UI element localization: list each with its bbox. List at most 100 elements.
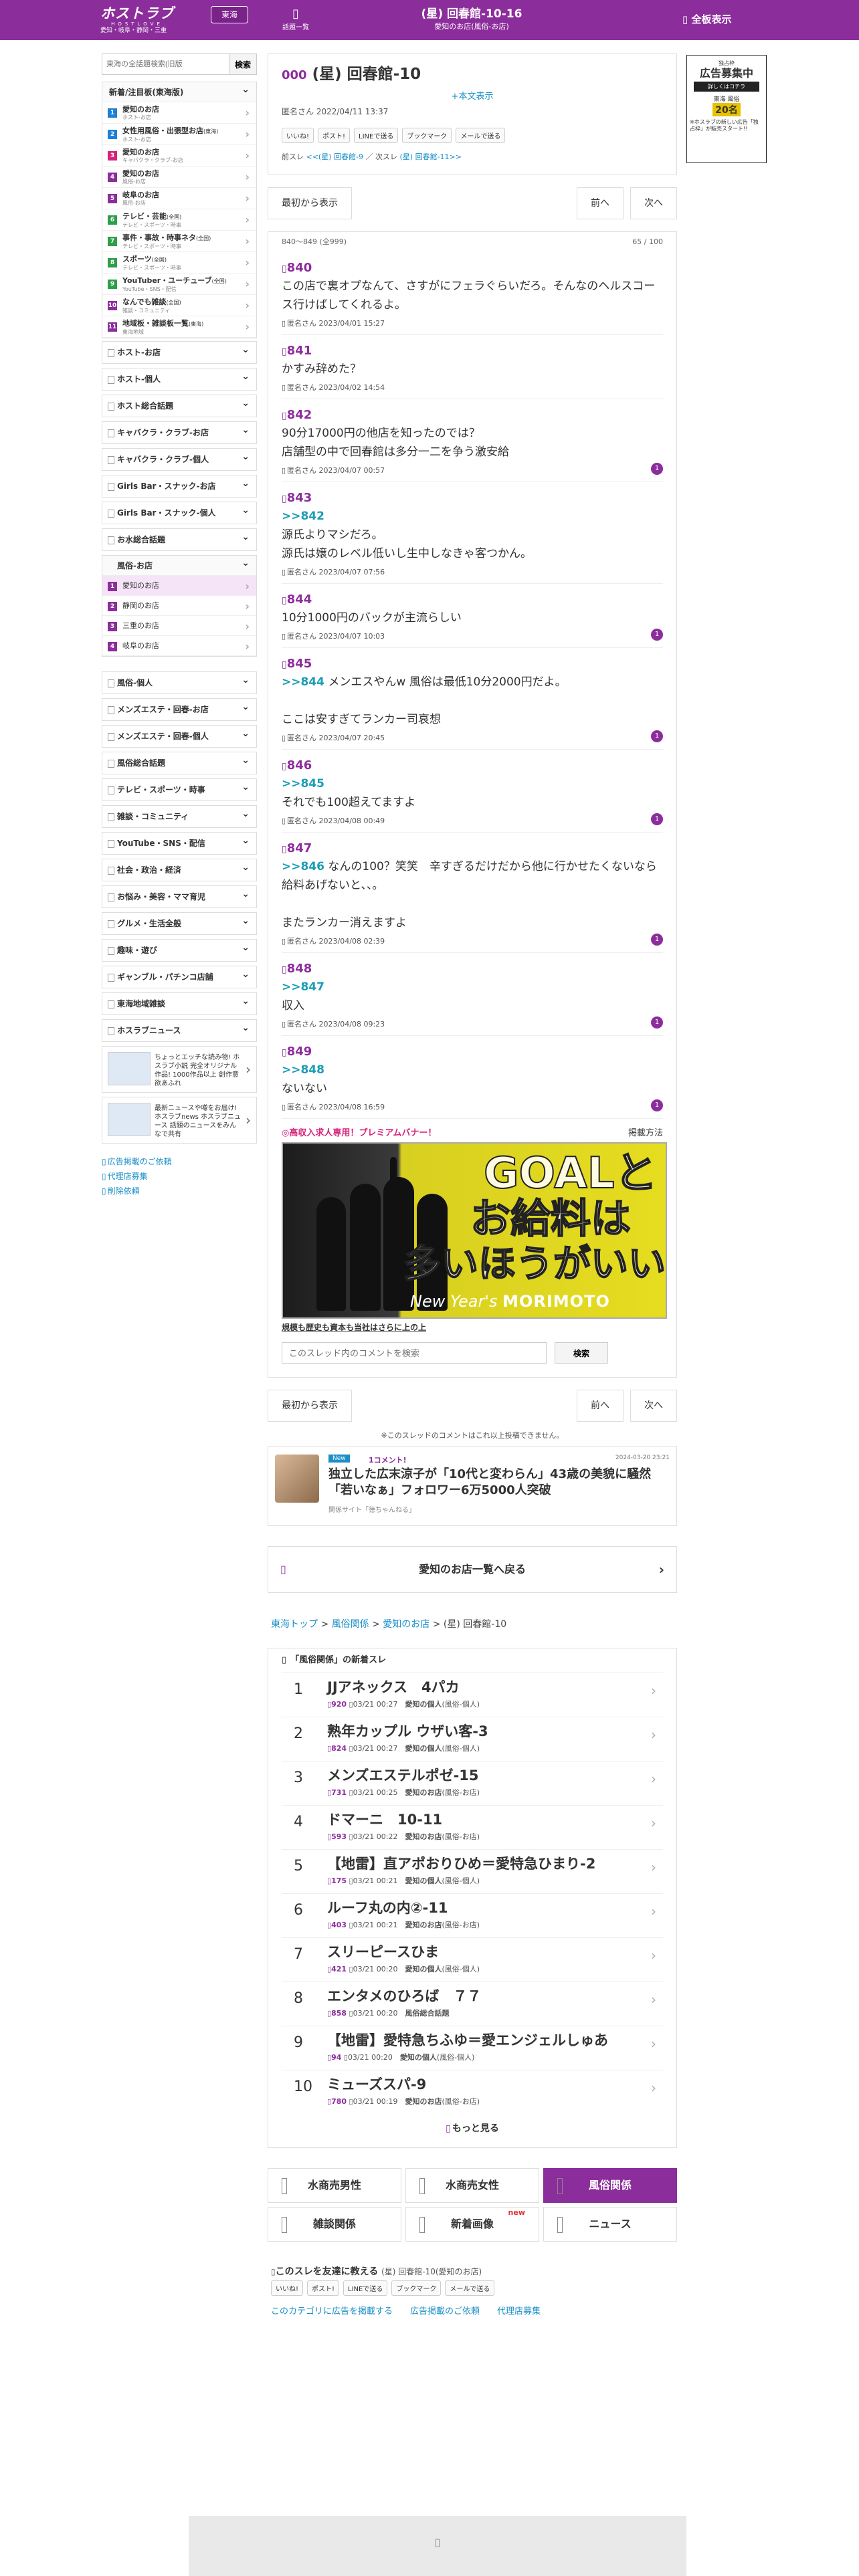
- sidebar-fuzoku-item[interactable]: 4 岐阜のお店: [102, 636, 256, 656]
- latest-thread-item[interactable]: 9 【地雷】愛特急ちふゆ＝愛エンジェルしゅあ ▯94 ▯03/21 00:20 愛知…: [282, 2026, 663, 2070]
- sidebar-section[interactable]: 雑談・コミュニティ: [102, 803, 257, 828]
- next-thread-link[interactable]: (星) 回春館-11>>: [399, 152, 461, 161]
- premium-banner[interactable]: GOALと お給料は 多いほうがいい New Year's MORIMOTO: [282, 1142, 667, 1319]
- next-button-bottom[interactable]: 次へ: [630, 1390, 677, 1422]
- news-banner[interactable]: 最新ニュースや噂をお届け! ホスラブnews ホスラブニュース 話題のニュースを…: [102, 1097, 257, 1144]
- sidebar-item[interactable]: 11 地域板・雑談板一覧(東海) 東海地域: [102, 316, 256, 338]
- latest-thread-item[interactable]: 2 熟年カップル ウザい客-3 ▯824 ▯03/21 00:27 愛知の個人(風俗…: [282, 1717, 663, 1761]
- sidebar-section[interactable]: YouTube・SNS・配信: [102, 830, 257, 855]
- share-mail-button[interactable]: メールで送る: [456, 128, 506, 143]
- post-number[interactable]: 843: [282, 490, 663, 507]
- sidebar-fuzoku-item[interactable]: 1 愛知のお店: [102, 576, 256, 596]
- post-reply-link[interactable]: >>844: [282, 675, 324, 689]
- sidebar-item[interactable]: 10 なんでも雑談(全国) 雑談・コミュニティ: [102, 295, 256, 316]
- news-card[interactable]: New 1コメント! 2024-03-20 23:21 独立した広末涼子が「10…: [268, 1446, 677, 1526]
- category-button[interactable]: 風俗関係: [543, 2168, 677, 2203]
- premium-how-link[interactable]: 掲載方法: [628, 1125, 663, 1138]
- sidebar-section[interactable]: キャバクラ・クラブ-個人: [102, 446, 257, 471]
- post-number[interactable]: 844: [282, 592, 663, 609]
- sidebar-search-button[interactable]: 検索: [229, 53, 257, 75]
- board-list-button[interactable]: ▯ 話題一覧: [276, 7, 316, 31]
- prev-button[interactable]: 前へ: [577, 187, 624, 219]
- sidebar-section[interactable]: Girls Bar・スナック-お店: [102, 473, 257, 498]
- sidebar-link[interactable]: 削除依頼: [102, 1184, 257, 1198]
- novel-banner[interactable]: ちょっとエッチな読み物! ホスラブ小説 完全オリジナル作品! 1000作品以上 …: [102, 1046, 257, 1093]
- post-number[interactable]: 842: [282, 407, 663, 424]
- sidebar-item[interactable]: 3 愛知のお店 キャバクラ・クラブ-お店: [102, 145, 256, 167]
- sidebar-section[interactable]: 東海地域雑談: [102, 990, 257, 1015]
- sidebar-item[interactable]: 5 岐阜のお店 風俗-お店: [102, 188, 256, 209]
- breadcrumb-board[interactable]: 愛知のお店: [383, 1619, 430, 1630]
- all-boards-button[interactable]: ▯ 全板表示: [682, 12, 732, 26]
- next-button[interactable]: 次へ: [630, 187, 677, 219]
- post-number[interactable]: 847: [282, 841, 663, 857]
- latest-thread-item[interactable]: 4 ドマーニ 10-11 ▯593 ▯03/21 00:22 愛知のお店(風俗-お店…: [282, 1805, 663, 1849]
- share-post-button[interactable]: ポスト!: [307, 2280, 340, 2296]
- breadcrumb-top[interactable]: 東海トップ: [271, 1619, 318, 1630]
- latest-thread-item[interactable]: 8 エンタメのひろば ７７ ▯858 ▯03/21 00:20 風俗総合話題: [282, 1981, 663, 2026]
- post-number[interactable]: 840: [282, 260, 663, 277]
- sidebar-section[interactable]: 風俗-個人: [102, 669, 257, 694]
- banner-caption[interactable]: 規模も歴史も資本も当社はさらに上の上: [282, 1321, 663, 1342]
- sidebar-fuzoku-item[interactable]: 3 三重のお店: [102, 616, 256, 636]
- sidebar-section[interactable]: キャバクラ・クラブ-お店: [102, 419, 257, 444]
- category-button[interactable]: 水商売男性: [268, 2168, 401, 2203]
- bottom-link[interactable]: このカテゴリに広告を掲載する: [271, 2306, 393, 2317]
- latest-thread-item[interactable]: 7 スリーピースひま ▯421 ▯03/21 00:20 愛知の個人(風俗-個人): [282, 1937, 663, 1981]
- region-button[interactable]: 東海: [211, 6, 248, 23]
- sidebar-section[interactable]: メンズエステ・回春-お店: [102, 696, 257, 721]
- post-number[interactable]: 849: [282, 1044, 663, 1061]
- sidebar-link[interactable]: 代理店募集: [102, 1169, 257, 1184]
- sidebar-section[interactable]: 風俗総合話題: [102, 750, 257, 774]
- post-reply-link[interactable]: >>847: [282, 980, 324, 994]
- bottom-link[interactable]: 代理店募集: [497, 2306, 541, 2317]
- sidebar-section[interactable]: ギャンブル・パチンコ店舗: [102, 964, 257, 988]
- bottom-link[interactable]: 広告掲載のご依頼: [410, 2306, 480, 2317]
- new-boards-head[interactable]: 新着/注目板(東海版): [102, 80, 256, 102]
- reply-count-badge[interactable]: 1: [651, 629, 663, 641]
- share-like-button[interactable]: いいね!: [282, 128, 314, 143]
- sidebar-link[interactable]: 広告掲載のご依頼: [102, 1154, 257, 1169]
- share-bookmark-button[interactable]: ブックマーク: [391, 2280, 442, 2296]
- latest-thread-item[interactable]: 5 【地雷】直アポおりひめ＝愛特急ひまり-2 ▯175 ▯03/21 00:21 愛…: [282, 1849, 663, 1893]
- reply-count-badge[interactable]: 1: [651, 1016, 663, 1029]
- sidebar-section[interactable]: Girls Bar・スナック-個人: [102, 500, 257, 524]
- sidebar-section[interactable]: ホスト-個人: [102, 366, 257, 391]
- post-reply-link[interactable]: >>842: [282, 510, 324, 523]
- sidebar-section[interactable]: グルメ・生活全般: [102, 910, 257, 935]
- post-reply-link[interactable]: >>846: [282, 860, 324, 873]
- sidebar-section[interactable]: お水総合話題: [102, 526, 257, 551]
- share-post-button[interactable]: ポスト!: [318, 128, 351, 143]
- sidebar-section[interactable]: ホスラブニュース: [102, 1017, 257, 1042]
- fuzoku-head[interactable]: 風俗-お店: [102, 553, 256, 576]
- category-button[interactable]: ニュース: [543, 2207, 677, 2242]
- sidebar-item[interactable]: 8 スポーツ(全国) テレビ・スポーツ・時事: [102, 252, 256, 274]
- first-button-bottom[interactable]: 最初から表示: [268, 1390, 352, 1422]
- sidebar-item[interactable]: 9 YouTuber・ユーチューブ(全国) YouTube・SNS・配信: [102, 274, 256, 295]
- post-number[interactable]: 845: [282, 656, 663, 673]
- exclusive-ad[interactable]: 独占枠 広告募集中 詳しくはコチラ 東海 風俗 20名 ※ホスラブの新しい広告「…: [686, 55, 767, 163]
- sidebar-section[interactable]: ホスト総合話題: [102, 393, 257, 417]
- reply-count-badge[interactable]: 1: [651, 1099, 663, 1111]
- sidebar-section[interactable]: テレビ・スポーツ・時事: [102, 776, 257, 801]
- sidebar-section[interactable]: 趣味・遊び: [102, 937, 257, 962]
- comment-search-button[interactable]: 検索: [555, 1342, 608, 1364]
- sidebar-item[interactable]: 4 愛知のお店 風俗-お店: [102, 167, 256, 188]
- sidebar-item[interactable]: 2 女性用風俗・出張型お店(東海) ホスト-お店: [102, 124, 256, 145]
- first-button[interactable]: 最初から表示: [268, 187, 352, 219]
- site-logo[interactable]: ホストラブ HOSTLOVE 愛知・岐阜・静岡・三重: [100, 5, 201, 35]
- share-line-button[interactable]: LINEで送る: [343, 2280, 388, 2296]
- sidebar-item[interactable]: 7 事件・事故・時事ネタ(全国) テレビ・スポーツ・時事: [102, 231, 256, 252]
- reply-count-badge[interactable]: 1: [651, 730, 663, 742]
- share-like-button[interactable]: いいね!: [271, 2280, 304, 2296]
- latest-thread-item[interactable]: 10 ミューズスパ-9 ▯780 ▯03/21 00:19 愛知のお店(風俗-お店): [282, 2070, 663, 2114]
- share-mail-button[interactable]: メールで送る: [445, 2280, 495, 2296]
- sidebar-fuzoku-item[interactable]: 2 静岡のお店: [102, 596, 256, 616]
- category-button[interactable]: 水商売女性: [405, 2168, 539, 2203]
- share-bookmark-button[interactable]: ブックマーク: [402, 128, 452, 143]
- latest-thread-item[interactable]: 3 メンズエステルポゼ-15 ▯731 ▯03/21 00:25 愛知のお店(風俗-…: [282, 1761, 663, 1805]
- reply-count-badge[interactable]: 1: [651, 463, 663, 475]
- post-number[interactable]: 841: [282, 343, 663, 360]
- sidebar-section[interactable]: メンズエステ・回春-個人: [102, 723, 257, 748]
- sidebar-search-input[interactable]: [102, 53, 229, 75]
